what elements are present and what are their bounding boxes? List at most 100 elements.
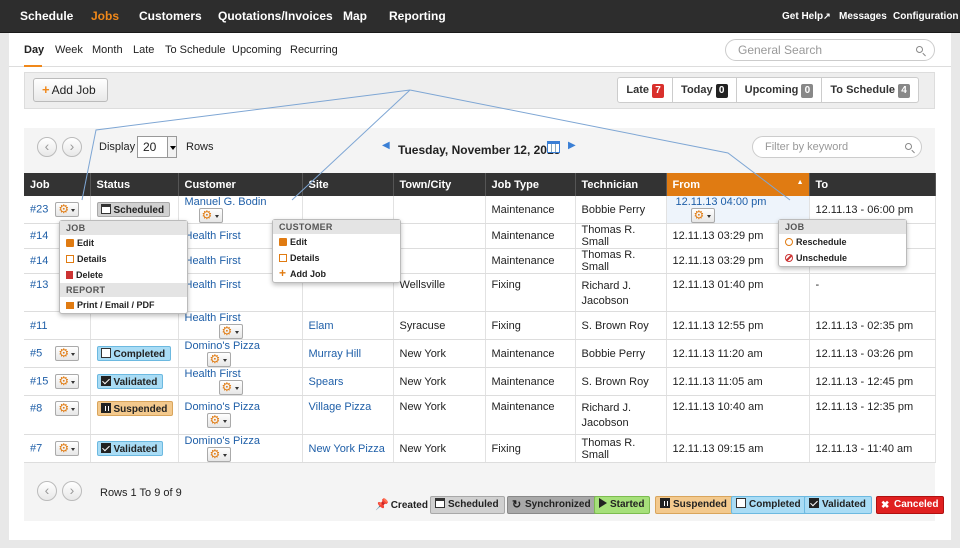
site-link[interactable]: New York Pizza	[309, 443, 385, 455]
nav-messages[interactable]: Messages	[839, 0, 887, 33]
customer-link[interactable]: Health First	[185, 255, 241, 267]
column-header-job-type[interactable]: Job Type	[485, 173, 576, 196]
job-menu-edit[interactable]: Edit	[60, 235, 187, 251]
current-date: Tuesday, November 12, 2013	[398, 143, 561, 157]
keyword-filter-input[interactable]	[765, 137, 895, 157]
customer-actions-gear-icon[interactable]	[206, 447, 231, 462]
customer-link[interactable]: Manuel G. Bodin	[185, 196, 267, 208]
calendar-icon[interactable]	[547, 141, 560, 153]
customer-actions-gear-icon[interactable]	[218, 324, 243, 339]
search-icon[interactable]	[905, 143, 912, 150]
job-number-link[interactable]: #5	[30, 347, 42, 359]
plus-icon: +	[42, 82, 50, 97]
job-actions-gear-icon[interactable]	[55, 346, 80, 361]
column-header-status[interactable]: Status	[90, 173, 179, 196]
tab-week[interactable]: Week	[55, 33, 83, 67]
to-cell: -	[809, 273, 936, 312]
nav-jobs[interactable]: Jobs	[91, 0, 119, 33]
customer-link[interactable]: Health First	[185, 230, 241, 242]
customer-link[interactable]: Domino's Pizza	[185, 401, 260, 413]
filter-to-schedule[interactable]: To Schedule 4	[822, 78, 918, 102]
from-datetime-link[interactable]: 12.11.13 04:00 pm	[676, 196, 767, 208]
nav-reporting[interactable]: Reporting	[389, 0, 446, 33]
job-number-link[interactable]: #14	[30, 230, 48, 242]
site-link[interactable]: Spears	[309, 376, 344, 388]
nav-customers[interactable]: Customers	[139, 0, 202, 33]
tab-to-schedule[interactable]: To Schedule	[165, 33, 226, 67]
general-search-input[interactable]	[738, 40, 908, 60]
job-actions-gear-icon[interactable]	[55, 401, 80, 416]
column-header-job[interactable]: Job	[24, 173, 91, 196]
add-job-button[interactable]: + Add Job	[33, 78, 108, 102]
job-number-link[interactable]: #8	[30, 402, 42, 414]
menu-reschedule[interactable]: Reschedule	[779, 234, 906, 250]
report-menu-print[interactable]: Print / Email / PDF	[60, 297, 187, 313]
reschedule-actions-gear-icon[interactable]	[690, 208, 715, 223]
tab-late[interactable]: Late	[133, 33, 154, 67]
next-day-arrow-icon[interactable]: ▶	[568, 140, 576, 151]
filter-upcoming[interactable]: Upcoming 0	[737, 78, 823, 102]
customer-actions-gear-icon[interactable]	[206, 413, 231, 428]
from-cell: 12.11.13 11:20 am	[666, 339, 810, 368]
customer-menu-add-job[interactable]: Add Job	[273, 265, 400, 282]
customer-menu-details[interactable]: Details	[273, 250, 400, 266]
site-link[interactable]: Village Pizza	[309, 401, 372, 413]
job-number-link[interactable]: #7	[30, 442, 42, 454]
filter-upcoming-count: 0	[801, 84, 814, 98]
job-number-link[interactable]: #23	[30, 203, 48, 215]
filter-late[interactable]: Late 7	[618, 78, 674, 102]
add-job-label: Add Job	[51, 83, 96, 97]
town-cell: Wellsville	[393, 273, 486, 312]
customer-link[interactable]: Domino's Pizza	[185, 435, 260, 447]
job-type-cell: Maintenance	[485, 248, 576, 274]
town-cell: New York	[393, 339, 486, 368]
next-page-button[interactable]: ›	[62, 137, 82, 157]
checkbox-checked-icon	[100, 443, 111, 453]
column-header-to[interactable]: To	[809, 173, 936, 196]
tab-recurring[interactable]: Recurring	[290, 33, 338, 67]
customer-actions-gear-icon[interactable]	[218, 380, 243, 395]
nav-quotations-invoices[interactable]: Quotations/Invoices	[218, 0, 333, 33]
job-actions-gear-icon[interactable]	[55, 441, 80, 456]
search-icon[interactable]	[916, 46, 923, 53]
customer-link[interactable]: Health First	[185, 279, 241, 291]
nav-get-help[interactable]: Get Help↗	[782, 0, 831, 33]
job-type-cell: Maintenance	[485, 395, 576, 435]
job-menu-details-label: Details	[77, 254, 107, 264]
column-header-customer[interactable]: Customer	[178, 173, 303, 196]
job-actions-gear-icon[interactable]	[55, 202, 80, 217]
column-header-from[interactable]: From ▲	[666, 173, 810, 196]
job-menu-delete[interactable]: Delete	[60, 267, 187, 283]
prev-day-arrow-icon[interactable]: ◀	[382, 140, 390, 151]
column-header-site[interactable]: Site	[302, 173, 394, 196]
job-actions-gear-icon[interactable]	[55, 374, 80, 389]
nav-schedule[interactable]: Schedule	[20, 0, 73, 33]
menu-unschedule[interactable]: Unschedule	[779, 250, 906, 266]
customer-actions-gear-icon[interactable]	[198, 208, 223, 223]
rows-per-page-select[interactable]: 20	[137, 136, 177, 158]
tab-day[interactable]: Day	[24, 33, 44, 67]
site-link[interactable]: Murray Hill	[309, 348, 362, 360]
job-menu-details[interactable]: Details	[60, 251, 187, 267]
legend-validated: Validated	[804, 496, 872, 514]
tab-upcoming[interactable]: Upcoming	[232, 33, 282, 67]
customer-link[interactable]: Health First	[185, 368, 241, 380]
jobs-toolbar: + Add Job Late 7 Today 0 Upcoming 0 To Sched…	[24, 72, 935, 109]
prev-page-button[interactable]: ‹	[37, 137, 57, 157]
site-link[interactable]: Elam	[309, 320, 334, 332]
customer-link[interactable]: Domino's Pizza	[185, 340, 260, 352]
customer-actions-gear-icon[interactable]	[206, 352, 231, 367]
tab-month[interactable]: Month	[92, 33, 123, 67]
nav-configuration[interactable]: Configuration	[893, 0, 959, 33]
customer-link[interactable]: Health First	[185, 312, 241, 324]
job-number-link[interactable]: #13	[30, 279, 48, 291]
column-header-town-city[interactable]: Town/City	[393, 173, 486, 196]
nav-map[interactable]: Map	[343, 0, 367, 33]
column-header-technician[interactable]: Technician	[575, 173, 667, 196]
customer-menu-edit[interactable]: Edit	[273, 234, 400, 250]
status-badge: Validated	[96, 441, 164, 456]
job-number-link[interactable]: #14	[30, 255, 48, 267]
filter-today[interactable]: Today 0	[673, 78, 737, 102]
job-number-link[interactable]: #15	[30, 375, 48, 387]
job-number-link[interactable]: #11	[30, 320, 48, 332]
